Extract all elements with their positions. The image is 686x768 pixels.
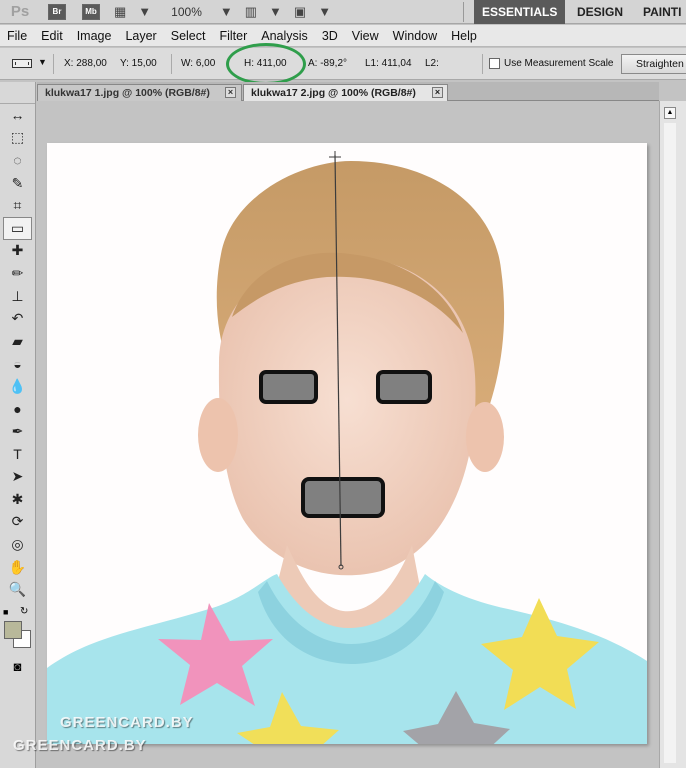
paint-bucket-icon[interactable]: ◒	[0, 353, 35, 376]
tab-document-2-label: klukwa17 2.jpg @ 100% (RGB/8#)	[251, 87, 416, 99]
screen-mode-icon[interactable]: ▣	[294, 4, 306, 20]
film-strip-icon[interactable]: ▦	[114, 4, 126, 20]
document-tab-bar: klukwa17 1.jpg @ 100% (RGB/8#) × klukwa1…	[37, 82, 659, 101]
tab-document-1-label: klukwa17 1.jpg @ 100% (RGB/8#)	[45, 87, 210, 99]
workspace-painting[interactable]: PAINTI	[643, 0, 681, 24]
document-workspace: GREENCARD.BY GREENCARD.BY	[13, 101, 659, 768]
x-readout: X: 288,00	[64, 58, 107, 69]
orbit-3d-icon[interactable]: ◎	[0, 533, 35, 556]
workspace-design[interactable]: DESIGN	[577, 0, 623, 24]
hand-icon[interactable]: ✋	[0, 556, 35, 579]
swap-colors-icon[interactable]: ↻	[20, 606, 28, 617]
right-ear	[466, 402, 504, 472]
scroll-up-arrow-icon[interactable]: ▲	[664, 107, 676, 119]
menu-3d[interactable]: 3D	[315, 29, 345, 43]
app-logo: Ps	[10, 3, 30, 20]
dodge-icon[interactable]: ●	[0, 398, 35, 421]
shape-icon[interactable]: ✱	[0, 488, 35, 511]
photo-child-portrait	[47, 143, 647, 744]
tab-document-2[interactable]: klukwa17 2.jpg @ 100% (RGB/8#) ×	[243, 84, 448, 101]
foreground-color-swatch[interactable]	[4, 621, 22, 640]
ruler-icon[interactable]	[12, 59, 32, 68]
tools-panel: ↔ ⬚ ◌ ✎ ⌗ ▭ ✚ ✏ ⊥ ↶ ▰ ◒ 💧 ● ✒ T ➤ ✱ ⟳ ◎ …	[0, 82, 36, 768]
eraser-icon[interactable]: ▰	[0, 330, 35, 353]
close-icon[interactable]: ×	[225, 87, 236, 98]
workspace-essentials[interactable]: ESSENTIALS	[474, 0, 566, 24]
menu-help[interactable]: Help	[444, 29, 484, 43]
type-icon[interactable]: T	[0, 443, 35, 466]
close-icon[interactable]: ×	[432, 87, 443, 98]
document-canvas[interactable]	[47, 143, 647, 744]
healing-brush-icon[interactable]: ✚	[0, 240, 35, 263]
dropdown-arrow-icon[interactable]: ▼	[318, 4, 331, 19]
straighten-button[interactable]: Straighten	[621, 54, 686, 74]
tool-preset-arrow-icon[interactable]: ▼	[38, 57, 47, 67]
watermark-lower: GREENCARD.BY	[13, 737, 147, 754]
color-swatches: ■ ↻	[0, 601, 35, 659]
measurement-scale-label: Use Measurement Scale	[504, 58, 614, 69]
quick-select-icon[interactable]: ✎	[0, 172, 35, 195]
right-eye-censor	[376, 370, 432, 404]
menu-window[interactable]: Window	[386, 29, 444, 43]
path-select-icon[interactable]: ➤	[0, 466, 35, 489]
options-divider	[53, 54, 54, 74]
left-eye-censor	[259, 370, 318, 404]
angle-readout: A: -89,2°	[308, 58, 348, 69]
rotate-3d-icon[interactable]: ⟳	[0, 511, 35, 534]
stamp-icon[interactable]: ⊥	[0, 285, 35, 308]
watermark-upper: GREENCARD.BY	[60, 714, 194, 731]
ruler-icon[interactable]: ▭	[3, 216, 32, 240]
pen-icon[interactable]: ✒	[0, 420, 35, 443]
width-readout: W: 6,00	[181, 58, 216, 69]
height-highlight-circle	[226, 43, 306, 85]
quick-mask-icon[interactable]: ◙	[0, 659, 35, 674]
tab-document-1[interactable]: klukwa17 1.jpg @ 100% (RGB/8#) ×	[37, 84, 242, 101]
workspace-divider	[463, 2, 464, 22]
bridge-button[interactable]: Br	[48, 3, 66, 20]
move-icon[interactable]: ↔	[0, 104, 35, 127]
y-readout: Y: 15,00	[120, 58, 157, 69]
crop-icon[interactable]: ⌗	[0, 194, 35, 217]
dropdown-arrow-icon[interactable]: ▼	[269, 4, 282, 19]
dropdown-arrow-icon[interactable]: ▼	[220, 4, 233, 19]
options-divider	[482, 54, 483, 74]
menu-select[interactable]: Select	[164, 29, 213, 43]
measurement-scale-checkbox[interactable]	[489, 58, 500, 69]
default-colors-icon[interactable]: ■	[3, 607, 8, 617]
zoom-icon[interactable]: 🔍	[0, 578, 35, 601]
menu-image[interactable]: Image	[70, 29, 119, 43]
toolbox-grip[interactable]	[0, 82, 35, 104]
minibridge-button[interactable]: Mb	[82, 3, 100, 20]
menu-analysis[interactable]: Analysis	[254, 29, 315, 43]
vertical-scrollbar[interactable]: ▲	[659, 101, 686, 768]
history-brush-icon[interactable]: ↶	[0, 307, 35, 330]
options-divider	[171, 54, 172, 74]
options-bar: ▼ X: 288,00 Y: 15,00 W: 6,00 H: 411,00 A…	[0, 48, 686, 80]
menu-file[interactable]: File	[0, 29, 34, 43]
marquee-icon[interactable]: ⬚	[0, 127, 35, 150]
zoom-level[interactable]: 100%	[171, 5, 202, 19]
menu-layer[interactable]: Layer	[118, 29, 163, 43]
scroll-track[interactable]	[664, 123, 676, 763]
dropdown-arrow-icon[interactable]: ▼	[138, 4, 151, 19]
length2-readout: L2:	[425, 58, 439, 69]
blur-icon[interactable]: 💧	[0, 375, 35, 398]
length1-readout: L1: 411,04	[365, 58, 412, 69]
menu-bar: File Edit Image Layer Select Filter Anal…	[0, 25, 686, 47]
arrange-documents-icon[interactable]: ▥	[245, 4, 257, 20]
photoshop-window: Ps Br Mb ▦ ▼ 100% ▼ ▥ ▼ ▣ ▼ ESSENTIALS D…	[0, 0, 686, 768]
menu-view[interactable]: View	[345, 29, 386, 43]
menu-filter[interactable]: Filter	[212, 29, 254, 43]
mouth-censor	[301, 477, 385, 518]
application-bar: Ps Br Mb ▦ ▼ 100% ▼ ▥ ▼ ▣ ▼ ESSENTIALS D…	[0, 0, 686, 24]
lasso-icon[interactable]: ◌	[0, 149, 35, 172]
brush-icon[interactable]: ✏	[0, 262, 35, 285]
left-ear	[198, 398, 238, 472]
menu-edit[interactable]: Edit	[34, 29, 70, 43]
